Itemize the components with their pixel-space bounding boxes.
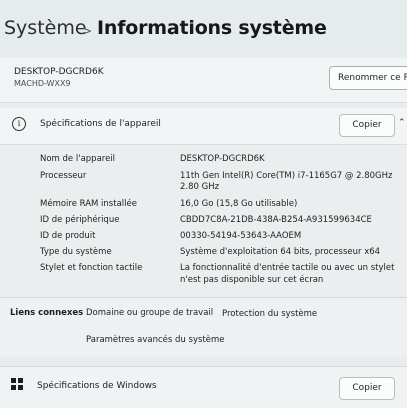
spec-value-device-name: DESKTOP-DGCRD6K bbox=[180, 154, 265, 164]
spec-label-system-type: Type du système bbox=[40, 247, 112, 257]
spec-value-processor-line2: 2.80 GHz bbox=[180, 182, 220, 192]
windows-logo-icon bbox=[11, 378, 23, 390]
spec-value-pen-touch: La fonctionnalité d'entrée tactile ou av… bbox=[180, 263, 395, 273]
spec-value-ram: 16,0 Go (15,8 Go utilisable) bbox=[180, 199, 298, 209]
spec-value-device-id: CBDD7C8A-21DB-438A-B254-A931599634CE bbox=[180, 215, 372, 225]
spec-value-system-type: Système d'exploitation 64 bits, processe… bbox=[180, 247, 381, 257]
device-model: MACHD-WXX9 bbox=[14, 79, 71, 88]
spec-label-pen-touch: Stylet et fonction tactile bbox=[40, 263, 143, 273]
link-advanced-system-settings[interactable]: Paramètres avancés du système bbox=[86, 335, 224, 345]
link-system-protection[interactable]: Protection du système bbox=[222, 309, 317, 319]
copy-device-specs-button[interactable]: Copier bbox=[339, 114, 395, 137]
device-name: DESKTOP-DGCRD6K bbox=[14, 67, 104, 77]
windows-specs-title: Spécifications de Windows bbox=[37, 381, 157, 391]
page-title: Informations système bbox=[97, 17, 327, 39]
copy-windows-specs-button[interactable]: Copier bbox=[339, 377, 395, 400]
info-icon: i bbox=[12, 117, 26, 131]
link-domain-workgroup[interactable]: Domaine ou groupe de travail bbox=[86, 308, 213, 318]
spec-value-pen-touch-line2: n'est pas disponible sur cet écran bbox=[180, 275, 324, 285]
related-links-title: Liens connexes bbox=[10, 308, 84, 318]
rename-pc-button[interactable]: Renommer ce PC bbox=[329, 66, 407, 90]
spec-label-processor: Processeur bbox=[40, 171, 87, 181]
breadcrumb-system[interactable]: Système bbox=[4, 17, 87, 39]
chevron-up-icon[interactable]: ⌃ bbox=[398, 118, 406, 128]
breadcrumb-chevron-icon: > bbox=[82, 24, 93, 38]
related-links-section bbox=[0, 297, 407, 356]
spec-value-product-id: 00330-54194-53643-AAOEM bbox=[180, 231, 302, 241]
spec-value-processor: 11th Gen Intel(R) Core(TM) i7-1165G7 @ 2… bbox=[180, 171, 393, 181]
spec-label-device-id: ID de périphérique bbox=[40, 215, 120, 225]
spec-label-ram: Mémoire RAM installée bbox=[40, 199, 137, 209]
spec-label-device-name: Nom de l'appareil bbox=[40, 154, 116, 164]
device-specs-title: Spécifications de l'appareil bbox=[40, 119, 161, 129]
spec-label-product-id: ID de produit bbox=[40, 231, 96, 241]
